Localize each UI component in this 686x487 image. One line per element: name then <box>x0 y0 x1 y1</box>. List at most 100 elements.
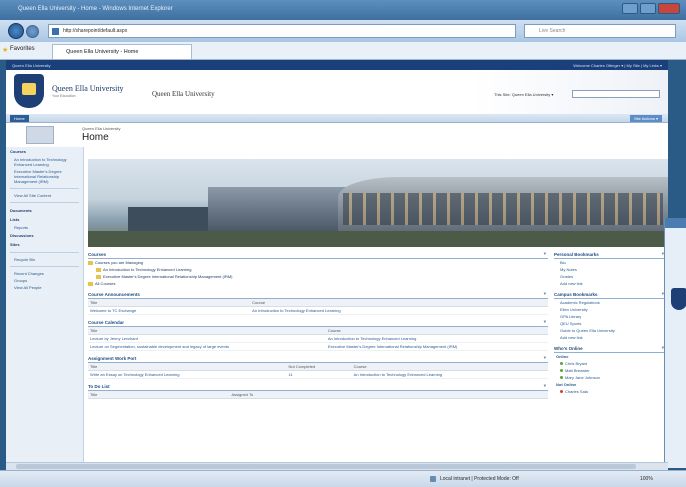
university-name: Queen Ella University <box>52 84 124 93</box>
sharepoint-page: Queen Ella University Welcome Charles Ot… <box>6 60 668 462</box>
table-row[interactable]: Lecture by Jenny Levchant An Introduction… <box>88 334 548 343</box>
ql-sites-header[interactable]: Sites <box>6 240 83 249</box>
university-tagline: Your Education <box>52 94 76 98</box>
tree-item[interactable]: An Introduction to Technology Enhanced L… <box>88 266 548 273</box>
zoom-level[interactable]: 100% <box>640 476 653 482</box>
bookmark-link[interactable]: QEU Sports <box>554 320 666 327</box>
ql-course-item[interactable]: Executive Master's Degree International … <box>6 168 83 185</box>
webpart-menu-icon[interactable]: ▾ <box>544 383 546 389</box>
ql-view-people[interactable]: View All People <box>6 284 83 291</box>
ql-view-all[interactable]: View All Site Content <box>6 192 83 199</box>
online-user[interactable]: Chris Bryant <box>554 360 666 367</box>
global-site-link[interactable]: Queen Ella University <box>12 63 50 68</box>
tab-label: Queen Ella University - Home <box>66 49 139 55</box>
close-button[interactable] <box>658 3 680 14</box>
offline-user[interactable]: Charles Sala <box>554 388 666 395</box>
site-search-input[interactable] <box>572 90 660 98</box>
bookmark-link[interactable]: GPA Library <box>554 313 666 320</box>
ql-recent-changes[interactable]: Recent Changes <box>6 270 83 277</box>
address-bar[interactable]: http://sharepoint/default.aspx <box>48 24 516 38</box>
tree-item[interactable]: Executive Master's Degree International … <box>88 273 548 280</box>
right-webpart-zone: Personal Bookmarks ▾ Bio My Notes Grades … <box>554 251 666 399</box>
table-header-row: Title Not Completed Course <box>88 363 548 371</box>
tree-root[interactable]: Courses you are Managing <box>88 259 548 266</box>
back-button[interactable] <box>8 23 24 39</box>
bookmark-link[interactable]: My Notes <box>554 266 666 273</box>
folder-icon <box>96 267 101 272</box>
table-row[interactable]: Lecture on Segmentation, sustainable dev… <box>88 342 548 351</box>
ql-courses-header[interactable]: Courses <box>6 147 83 156</box>
search-scope-select[interactable]: This Site: Queen Ella University ▾ <box>494 92 553 97</box>
maximize-button[interactable] <box>640 3 656 14</box>
favorites-button[interactable]: Favorites <box>10 46 35 52</box>
star-icon: ★ <box>2 47 9 54</box>
top-navigation: Home Site Actions ▾ <box>6 114 668 123</box>
status-bar: Local intranet | Protected Mode: Off 100… <box>0 470 686 487</box>
welcome-menu[interactable]: Welcome Charles Ottinger ▾ | My Site | M… <box>573 63 662 68</box>
university-crest-logo <box>671 288 686 310</box>
forward-button[interactable] <box>26 25 39 38</box>
webpart-menu-icon[interactable]: ▾ <box>544 319 546 325</box>
ql-lists-header[interactable]: Lists <box>6 215 83 224</box>
browser-tab[interactable]: Queen Ella University - Home <box>52 44 192 59</box>
bookmark-link[interactable]: Guide to Queen Ella University <box>554 327 666 334</box>
webpart-menu-icon[interactable]: ▾ <box>544 251 546 257</box>
offline-status-icon <box>560 390 563 394</box>
webpart-title: Personal Bookmarks ▾ <box>554 251 666 259</box>
address-url: http://sharepoint/default.aspx <box>63 28 128 34</box>
online-status-icon <box>560 362 563 366</box>
breadcrumb[interactable]: Queen Ella University <box>82 126 120 131</box>
university-crest-logo <box>14 74 44 108</box>
ql-course-item[interactable]: An Introduction to Technology Enhanced L… <box>6 156 83 168</box>
scrollbar-thumb[interactable] <box>16 464 636 469</box>
security-zone[interactable]: Local intranet | Protected Mode: Off <box>440 476 519 482</box>
bookmark-link[interactable]: Grades <box>554 273 666 280</box>
ql-documents-header[interactable]: Documents <box>6 206 83 215</box>
page-title: Home <box>82 132 109 143</box>
webpart-title: Course Announcements ▾ <box>88 291 548 299</box>
ql-discussions-header[interactable]: Discussions <box>6 231 83 240</box>
webpart-title: Who's Online ▾ <box>554 345 666 353</box>
bookmark-link[interactable]: Bio <box>554 259 666 266</box>
webpart-title: Assignment Work Port ▾ <box>88 355 548 363</box>
minimize-button[interactable] <box>622 3 638 14</box>
tree-all[interactable]: All Courses <box>88 280 548 287</box>
site-title[interactable]: Queen Ella University <box>152 90 215 98</box>
table-header-row: Title Course <box>88 327 548 335</box>
table-row[interactable]: Write an Essay on Technology Enhanced Le… <box>88 370 548 379</box>
divider <box>10 252 79 253</box>
table-header-row: Title Assigned To <box>88 391 548 399</box>
whos-online-webpart: Who's Online ▾ Online Chris Bryant Matt B… <box>554 345 666 395</box>
favorites-bar: ★ Favorites Queen Ella University - Home <box>0 42 686 60</box>
webpart-title: Campus Bookmarks ▾ <box>554 291 666 299</box>
online-user[interactable]: Matt Brewster <box>554 367 666 374</box>
add-link-button[interactable]: Add new link <box>554 280 666 287</box>
background-window[interactable] <box>664 218 686 468</box>
intranet-icon <box>430 476 436 482</box>
online-user[interactable]: Mary Jane Johnson <box>554 374 666 381</box>
folder-icon <box>96 274 101 279</box>
divider <box>10 202 79 203</box>
tab-home[interactable]: Home <box>10 115 29 122</box>
table-row[interactable]: Welcome to TC Exchange An Introduction to… <box>88 306 548 315</box>
folder-icon <box>88 281 93 286</box>
global-bar: Queen Ella University Welcome Charles Ot… <box>6 60 668 70</box>
calendar-webpart: Course Calendar ▾ Title Course Lecture by … <box>88 319 548 351</box>
ql-recycle-bin[interactable]: Recycle Bin <box>6 256 83 263</box>
left-webpart-zone: Courses ▾ Courses you are Managing An Int… <box>88 251 548 403</box>
bookmark-link[interactable]: Ellen University <box>554 306 666 313</box>
campus-banner-image <box>88 159 668 247</box>
browser-search-input[interactable]: Live Search <box>524 24 676 38</box>
webpart-title: Course Calendar ▾ <box>88 319 548 327</box>
horizontal-scrollbar[interactable] <box>6 462 668 470</box>
add-link-button[interactable]: Add new link <box>554 334 666 341</box>
webpart-menu-icon[interactable]: ▾ <box>544 291 546 297</box>
ql-groups[interactable]: Groups <box>6 277 83 284</box>
ql-reports[interactable]: Reports <box>6 224 83 231</box>
webpart-menu-icon[interactable]: ▾ <box>544 355 546 361</box>
browser-navbar: http://sharepoint/default.aspx Live Sear… <box>0 20 686 42</box>
webpart-title: Courses ▾ <box>88 251 548 259</box>
window-title: Queen Ella University - Home - Windows I… <box>18 6 173 12</box>
site-actions-button[interactable]: Site Actions ▾ <box>629 115 662 122</box>
bookmark-link[interactable]: Academic Regulations <box>554 299 666 306</box>
